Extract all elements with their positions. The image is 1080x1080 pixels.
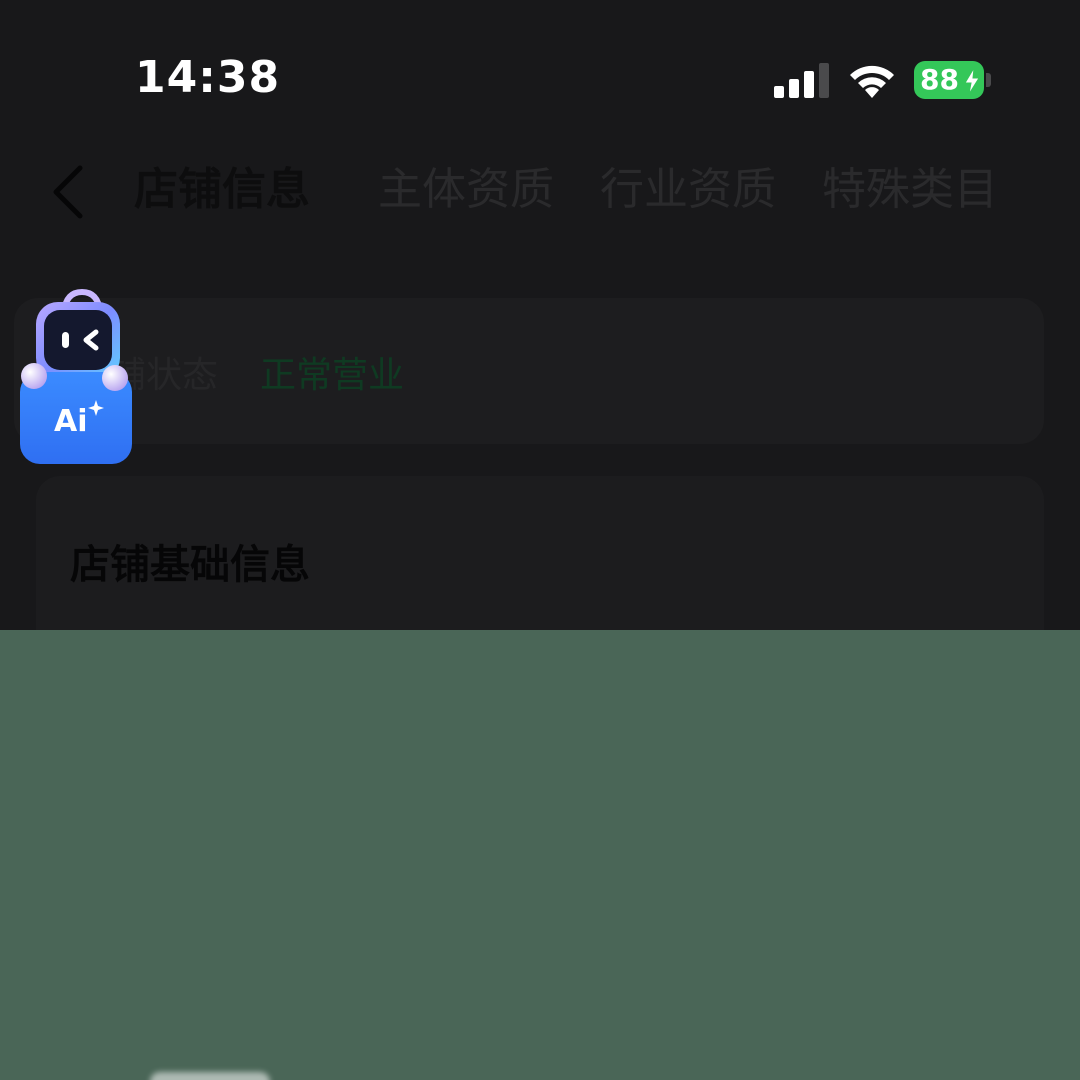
tab-store-info[interactable]: 店铺信息: [134, 162, 310, 218]
nav-header: 店铺信息 主体资质 行业资质 特殊类目: [0, 140, 1080, 250]
store-status-value: 正常营业: [260, 355, 405, 396]
battery-icon: 88: [914, 61, 992, 99]
battery-tip: [986, 73, 991, 87]
chevron-left-icon[interactable]: [48, 164, 88, 220]
robot-assistant-icon[interactable]: Ai: [18, 288, 136, 468]
status-time: 14:38: [135, 52, 281, 103]
tab-special-category[interactable]: 特殊类目: [822, 162, 998, 218]
status-bar: 14:38 88: [0, 0, 1080, 130]
battery-level: 88: [920, 63, 959, 96]
charging-bolt-icon: [964, 68, 980, 94]
bottom-overlay-panel: [0, 630, 1080, 1080]
wifi-icon: [850, 65, 894, 98]
tab-industry-qualification[interactable]: 行业资质: [600, 162, 776, 218]
tab-entity-qualification[interactable]: 主体资质: [378, 162, 554, 218]
ai-badge-text: Ai: [54, 404, 88, 439]
screen: 14:38 88 店铺信息 主体资质 行业资质 特殊类目 店铺状态 正常营业 店…: [0, 0, 1080, 1080]
basic-info-title: 店铺基础信息: [70, 542, 310, 588]
store-status-card: 店铺状态 正常营业: [14, 298, 1044, 444]
home-indicator: [150, 1072, 270, 1080]
signal-icon: [774, 63, 829, 98]
